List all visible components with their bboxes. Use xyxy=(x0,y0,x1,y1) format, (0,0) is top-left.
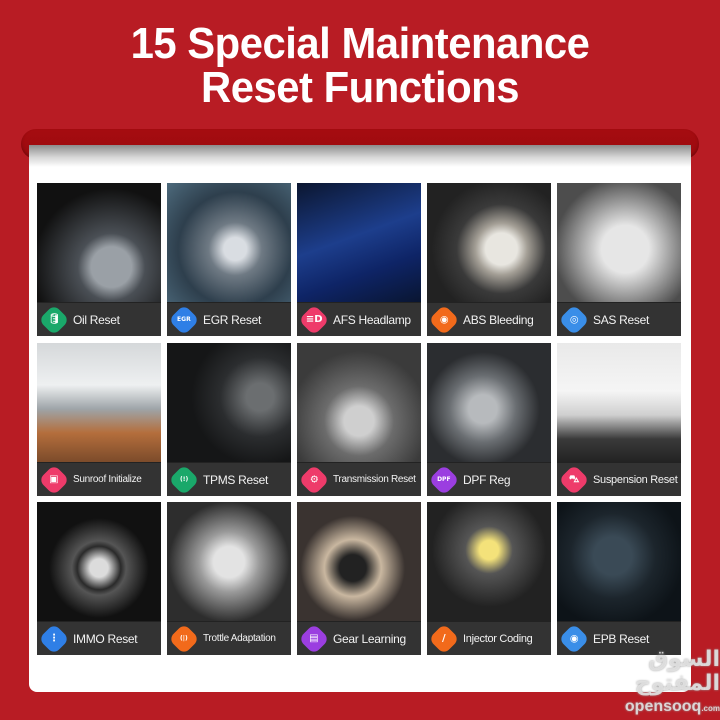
function-label: DPF Reg xyxy=(463,472,511,487)
function-caption: EGR EGR Reset xyxy=(167,302,291,336)
function-label: TPMS Reset xyxy=(203,472,269,487)
function-photo xyxy=(557,183,681,303)
function-label: ABS Bleeding xyxy=(463,312,534,327)
function-label: Injector Coding xyxy=(463,632,533,645)
function-card-egr-reset[interactable]: EGR EGR Reset xyxy=(167,183,291,336)
gear-learning-icon: ▤ xyxy=(298,622,330,655)
function-card-tpms-reset[interactable]: (!) TPMS Reset xyxy=(167,343,291,496)
function-card-immo-reset[interactable]: ⋮ IMMO Reset xyxy=(37,502,161,655)
title-line-1: 15 Special Maintenance xyxy=(130,19,590,68)
function-caption: (|) Trottle Adaptation xyxy=(167,621,291,655)
watermark-suffix: .com xyxy=(701,704,720,713)
function-photo xyxy=(297,343,421,463)
watermark: السوق المفتوح opensooq.com xyxy=(560,648,720,718)
function-label: Transmission Reset xyxy=(333,474,416,485)
function-photo xyxy=(427,343,551,463)
function-photo xyxy=(37,502,161,622)
function-label: IMMO Reset xyxy=(73,631,138,646)
function-photo xyxy=(427,502,551,622)
injector-icon-glyph: / xyxy=(442,632,446,644)
injector-icon: / xyxy=(428,622,460,655)
function-card-injector-coding[interactable]: / Injector Coding xyxy=(427,502,551,655)
function-card-sas-reset[interactable]: ◎ SAS Reset xyxy=(557,183,681,336)
function-caption: ▤ Gear Learning xyxy=(297,621,421,655)
tire-pressure-icon-glyph: (!) xyxy=(179,475,189,483)
function-label: AFS Headlamp xyxy=(333,312,411,327)
dpf-icon-glyph: DPF xyxy=(437,475,451,483)
function-card-trottle-adaptation[interactable]: (|) Trottle Adaptation xyxy=(167,502,291,655)
function-card-abs-bleeding[interactable]: ◉ ABS Bleeding xyxy=(427,183,551,336)
function-card-transmission-reset[interactable]: ⚙ Transmission Reset xyxy=(297,343,421,496)
watermark-brand: opensooq xyxy=(624,698,702,715)
function-label: Sunroof Initialize xyxy=(73,474,142,485)
function-caption: ◎ SAS Reset xyxy=(557,302,681,336)
sunroof-icon-glyph: ▣ xyxy=(49,473,59,485)
function-caption: 🛢 Oil Reset xyxy=(37,302,161,336)
function-label: Suspension Reset xyxy=(593,473,678,486)
steering-sensor-icon: ◎ xyxy=(558,303,590,336)
sunroof-icon: ▣ xyxy=(38,463,70,496)
function-photo xyxy=(557,502,681,622)
function-caption: ⚙ Transmission Reset xyxy=(297,462,421,496)
egr-icon: EGR xyxy=(168,303,200,336)
function-label: Gear Learning xyxy=(333,631,406,646)
function-label: SAS Reset xyxy=(593,312,649,327)
throttle-icon: (|) xyxy=(168,622,200,655)
abs-icon: ◉ xyxy=(428,303,460,336)
oil-can-icon-glyph: 🛢 xyxy=(47,313,61,325)
watermark-arabic: السوق المفتوح xyxy=(634,647,720,696)
watermark-latin: opensooq.com xyxy=(560,698,720,718)
function-label: EGR Reset xyxy=(203,312,261,327)
steering-sensor-icon-glyph: ◎ xyxy=(569,313,579,325)
key-fob-icon-glyph: ⋮ xyxy=(49,632,59,644)
tire-pressure-icon: (!) xyxy=(168,463,200,496)
function-label: Oil Reset xyxy=(73,312,120,327)
function-photo xyxy=(557,343,681,463)
key-fob-icon: ⋮ xyxy=(38,622,70,655)
function-caption: DPF DPF Reg xyxy=(427,462,551,496)
suspension-icon-glyph: ⛍ xyxy=(568,473,580,485)
function-caption: ≡D AFS Headlamp xyxy=(297,302,421,336)
oil-can-icon: 🛢 xyxy=(38,303,70,336)
function-photo xyxy=(167,343,291,463)
title-line-2: Reset Functions xyxy=(200,63,520,112)
function-caption: ⛍ Suspension Reset xyxy=(557,462,681,496)
function-card-dpf-reg[interactable]: DPF DPF Reg xyxy=(427,343,551,496)
function-photo xyxy=(297,183,421,303)
function-photo xyxy=(37,183,161,303)
function-caption: ◉ ABS Bleeding xyxy=(427,302,551,336)
function-photo xyxy=(167,502,291,622)
headlamp-icon-glyph: ≡D xyxy=(305,313,323,325)
function-caption: ▣ Sunroof Initialize xyxy=(37,462,161,496)
gears-icon: ⚙ xyxy=(298,463,330,496)
function-photo xyxy=(297,502,421,622)
abs-icon-glyph: ◉ xyxy=(439,313,449,325)
function-caption: (!) TPMS Reset xyxy=(167,462,291,496)
function-label: EPB Reset xyxy=(593,631,649,646)
function-card-oil-reset[interactable]: 🛢 Oil Reset xyxy=(37,183,161,336)
egr-icon-glyph: EGR xyxy=(177,315,191,323)
suspension-icon: ⛍ xyxy=(558,463,590,496)
parking-brake-icon-glyph: ◉ xyxy=(569,632,579,644)
function-card-sunroof-initialize[interactable]: ▣ Sunroof Initialize xyxy=(37,343,161,496)
function-caption: ⋮ IMMO Reset xyxy=(37,621,161,655)
function-photo xyxy=(37,343,161,463)
dpf-icon: DPF xyxy=(428,463,460,496)
gear-learning-icon-glyph: ▤ xyxy=(309,632,319,644)
function-card-epb-reset[interactable]: ◉ EPB Reset xyxy=(557,502,681,655)
function-photo xyxy=(427,183,551,303)
function-caption: / Injector Coding xyxy=(427,621,551,655)
throttle-icon-glyph: (|) xyxy=(180,634,188,642)
function-photo xyxy=(167,183,291,303)
function-card-suspension-reset[interactable]: ⛍ Suspension Reset xyxy=(557,343,681,496)
function-label: Trottle Adaptation xyxy=(203,633,276,644)
function-card-afs-headlamp[interactable]: ≡D AFS Headlamp xyxy=(297,183,421,336)
headlamp-icon: ≡D xyxy=(298,303,330,336)
function-card-gear-learning[interactable]: ▤ Gear Learning xyxy=(297,502,421,655)
page-title: 15 Special Maintenance Reset Functions xyxy=(18,22,702,110)
gears-icon-glyph: ⚙ xyxy=(309,473,319,485)
